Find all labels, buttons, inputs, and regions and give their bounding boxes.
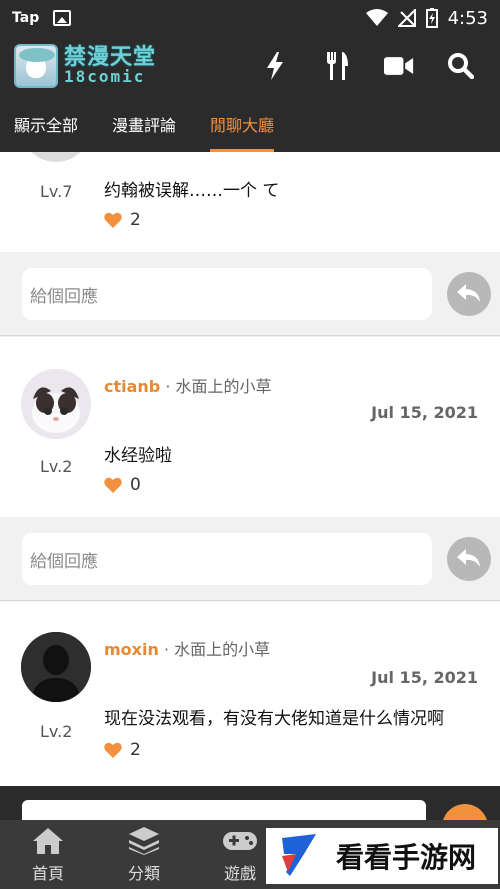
user-group: 水面上的小草: [174, 640, 271, 659]
watermark-logo-icon: [282, 834, 316, 876]
like-button[interactable]: 0: [104, 475, 141, 495]
separator: ·: [165, 377, 171, 396]
heart-icon: [104, 212, 122, 228]
nav-home[interactable]: 首頁: [0, 820, 96, 889]
search-icon[interactable]: [446, 51, 476, 81]
comment-item: Lv.2 moxin · 水面上的小草 Jul 15, 2021 现在没法观看，…: [0, 602, 500, 786]
compose-bar: [0, 786, 500, 850]
heart-icon: [104, 742, 122, 758]
heart-icon: [104, 477, 122, 493]
utensils-icon[interactable]: [322, 51, 352, 81]
comment-item: Lv.2 ctianb · 水面上的小草 Jul 15, 2021 水经验啦 0: [0, 337, 500, 517]
comment-item: Lv.7 约翰被误解……一个 て 2: [0, 152, 500, 252]
like-count: 0: [130, 475, 141, 495]
watermark-text: 看看手游网: [336, 841, 477, 874]
reply-input[interactable]: 給個回應: [22, 268, 432, 320]
like-button[interactable]: 2: [104, 740, 141, 760]
default-user-icon: [21, 632, 91, 702]
tab-comic-comments[interactable]: 漫畫評論: [112, 96, 176, 152]
status-icons: 4:53: [365, 7, 488, 29]
user-group: 水面上的小草: [175, 377, 272, 396]
nav-categories-label: 分類: [127, 863, 160, 883]
user-level: Lv.2: [40, 722, 73, 741]
app-actions: [260, 51, 476, 81]
watermark: 看看手游网: [266, 828, 498, 884]
status-bar: Tap 4:53: [0, 0, 500, 36]
like-count: 2: [130, 740, 141, 760]
avatar[interactable]: [21, 152, 91, 162]
comment-date: Jul 15, 2021: [371, 668, 478, 687]
user-level: Lv.2: [40, 457, 73, 476]
reply-button[interactable]: [447, 272, 491, 316]
app-logo[interactable]: 禁漫天堂 18comic: [14, 44, 156, 88]
comment-date: Jul 15, 2021: [371, 403, 478, 422]
reply-arrow-icon: [457, 284, 480, 302]
logo-subtitle: 18comic: [64, 67, 146, 86]
user-level: Lv.7: [40, 182, 73, 201]
comment-feed[interactable]: Lv.7 约翰被误解……一个 て 2 給個回應 Lv.2 ctianb · 水面…: [0, 152, 500, 786]
reply-arrow-icon: [457, 549, 480, 567]
home-icon: [33, 826, 63, 856]
nav-games-label: 遊戲: [223, 863, 256, 883]
tab-show-all[interactable]: 顯示全部: [14, 96, 78, 152]
layers-icon: [129, 826, 159, 856]
reply-button[interactable]: [447, 537, 491, 581]
lightning-icon[interactable]: [260, 51, 290, 81]
comment-text: 水经验啦: [104, 446, 172, 466]
status-time: 4:53: [447, 7, 488, 29]
avatar[interactable]: [21, 369, 91, 439]
like-count: 2: [130, 210, 141, 230]
like-button[interactable]: 2: [104, 210, 141, 230]
battery-charging-icon: [425, 8, 438, 28]
category-tabs: 顯示全部 漫畫評論 閒聊大廳: [0, 96, 500, 152]
no-signal-icon: [397, 9, 416, 27]
gamepad-icon: [223, 826, 257, 856]
wifi-icon: [365, 9, 388, 26]
nav-categories[interactable]: 分類: [96, 820, 192, 889]
reply-input[interactable]: 給個回應: [22, 533, 432, 585]
comment-text: 约翰被误解……一个 て: [104, 181, 280, 201]
logo-text: 禁漫天堂 18comic: [64, 47, 156, 85]
reply-row: 給個回應: [0, 252, 500, 336]
app-bar: 禁漫天堂 18comic: [0, 36, 500, 96]
comment-text: 现在没法观看，有没有大佬知道是什么情况啊: [104, 709, 444, 729]
video-icon[interactable]: [384, 51, 414, 81]
tab-chat-lobby[interactable]: 閒聊大廳: [210, 96, 275, 152]
avatar[interactable]: [21, 632, 91, 702]
nav-home-label: 首頁: [31, 863, 64, 883]
logo-mascot-icon: [14, 44, 58, 88]
comment-header: ctianb · 水面上的小草: [104, 373, 272, 397]
status-app-name: Tap: [12, 10, 40, 26]
comment-header: moxin · 水面上的小草: [104, 636, 270, 660]
reply-row: 給個回應: [0, 517, 500, 601]
username[interactable]: moxin: [104, 640, 159, 659]
image-icon: [53, 10, 72, 26]
cat-photo: [21, 369, 91, 439]
separator: ·: [163, 640, 170, 659]
logo-title: 禁漫天堂: [64, 45, 157, 70]
username[interactable]: ctianb: [104, 377, 160, 396]
